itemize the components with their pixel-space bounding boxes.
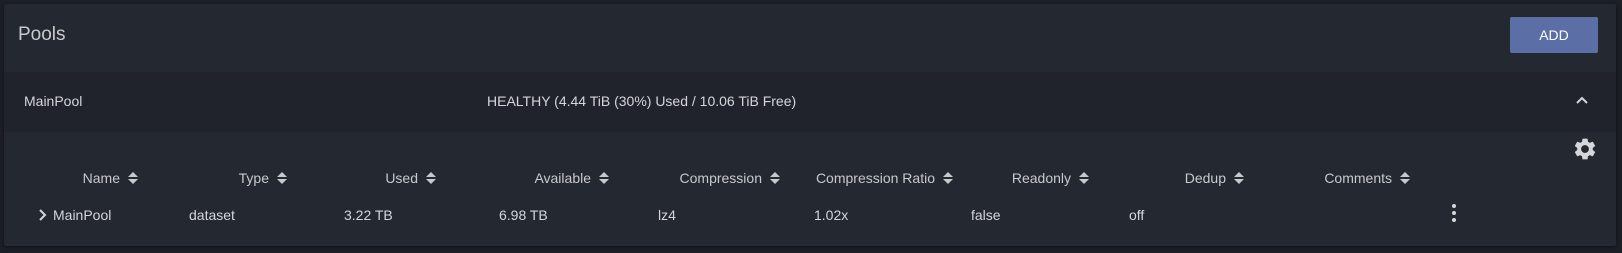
chevron-right-icon[interactable] xyxy=(37,208,49,222)
cell-used: 3.22 TB xyxy=(344,207,393,223)
cell-compression-ratio: 1.02x xyxy=(814,207,849,223)
gear-icon[interactable] xyxy=(1572,136,1598,162)
pool-header[interactable]: MainPool HEALTHY (4.44 TiB (30%) Used / … xyxy=(4,72,1616,132)
more-vertical-icon[interactable] xyxy=(1448,202,1460,224)
card-header: Pools ADD xyxy=(4,4,1616,72)
chevron-up-icon[interactable] xyxy=(1570,88,1594,112)
column-header-used[interactable]: Used xyxy=(385,170,437,186)
cell-readonly: false xyxy=(971,207,1001,223)
column-header-comments[interactable]: Comments xyxy=(1324,170,1411,186)
pool-status: HEALTHY (4.44 TiB (30%) Used / 10.06 TiB… xyxy=(487,93,797,109)
sort-icon xyxy=(128,172,138,184)
cell-type: dataset xyxy=(189,207,235,223)
cell-name: MainPool xyxy=(53,207,112,223)
column-header-compression-ratio[interactable]: Compression Ratio xyxy=(816,170,954,186)
column-header-available[interactable]: Available xyxy=(534,170,610,186)
sort-icon xyxy=(1400,172,1410,184)
page-title: Pools xyxy=(18,24,66,45)
sort-icon xyxy=(426,172,436,184)
column-header-dedup[interactable]: Dedup xyxy=(1185,170,1245,186)
sort-icon xyxy=(599,172,609,184)
column-header-readonly[interactable]: Readonly xyxy=(1012,170,1090,186)
add-button[interactable]: ADD xyxy=(1510,17,1598,53)
column-header-compression[interactable]: Compression xyxy=(680,170,781,186)
pool-name: MainPool xyxy=(24,93,83,109)
column-header-name[interactable]: Name xyxy=(83,170,139,186)
column-header-type[interactable]: Type xyxy=(239,170,288,186)
cell-compression: lz4 xyxy=(658,207,676,223)
pools-card: Pools ADD MainPool HEALTHY (4.44 TiB (30… xyxy=(4,4,1616,246)
cell-available: 6.98 TB xyxy=(499,207,548,223)
sort-icon xyxy=(943,172,953,184)
sort-icon xyxy=(770,172,780,184)
sort-icon xyxy=(1234,172,1244,184)
cell-dedup: off xyxy=(1129,207,1145,223)
sort-icon xyxy=(277,172,287,184)
sort-icon xyxy=(1079,172,1089,184)
